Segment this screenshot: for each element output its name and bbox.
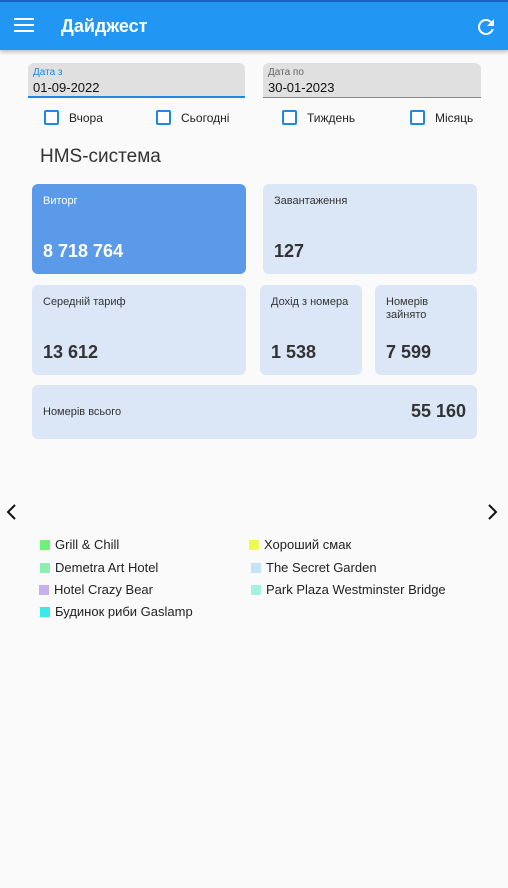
- legend-swatch: [40, 607, 50, 617]
- page-title: Дайджест: [61, 16, 148, 36]
- checkbox-month[interactable]: Місяць: [410, 109, 480, 127]
- avg-rate-label: Середній тариф: [43, 296, 126, 308]
- checkbox-label: Сьогодні: [181, 111, 230, 125]
- legend-swatch: [39, 585, 49, 595]
- date-from-field[interactable]: Дата з 01-09-2022: [28, 63, 245, 98]
- legend-label: Хороший смак: [264, 537, 352, 552]
- checkbox-box[interactable]: [282, 110, 297, 125]
- rooms-total-card: Номерів всього 55 160: [32, 385, 477, 439]
- hamburger-icon[interactable]: [14, 18, 34, 34]
- chevron-right-icon[interactable]: [482, 502, 502, 522]
- checkbox-box[interactable]: [44, 110, 59, 125]
- avg-rate-card: Середній тариф 13 612: [32, 285, 246, 375]
- legend-swatch: [251, 585, 261, 595]
- checkbox-label: Місяць: [435, 111, 474, 125]
- load-value: 127: [274, 241, 305, 261]
- chevron-left-icon[interactable]: [2, 502, 22, 522]
- checkbox-label: Тиждень: [307, 111, 356, 125]
- legend-label: Hotel Crazy Bear: [54, 582, 153, 597]
- checkbox-yesterday[interactable]: Вчора: [44, 109, 114, 127]
- income-per-room-label: Дохід з номера: [271, 296, 349, 308]
- rooms-occupied-value: 7 599: [386, 342, 432, 362]
- date-to-value[interactable]: 30-01-2023: [268, 80, 335, 95]
- legend-swatch: [251, 563, 261, 573]
- load-card: Завантаження 127: [263, 184, 477, 274]
- legend-label: Demetra Art Hotel: [55, 560, 159, 575]
- legend-swatch: [40, 563, 50, 573]
- legend-label: Grill & Chill: [55, 537, 120, 552]
- income-per-room-value: 1 538: [271, 342, 317, 362]
- legend-swatch: [40, 540, 50, 550]
- section-title: HMS-система: [40, 146, 161, 167]
- refresh-icon[interactable]: [474, 15, 498, 39]
- load-label: Завантаження: [274, 195, 348, 207]
- income-per-room-card: Дохід з номера 1 538: [260, 285, 362, 375]
- date-from-value[interactable]: 01-09-2022: [33, 80, 100, 95]
- date-from-label: Дата з: [33, 67, 63, 78]
- legend-label: The Secret Garden: [266, 560, 377, 575]
- revenue-label: Виторг: [43, 195, 78, 207]
- checkbox-box[interactable]: [410, 110, 425, 125]
- checkbox-label: Вчора: [69, 111, 103, 125]
- rooms-total-value: 55 160: [410, 401, 466, 421]
- legend-label: Будинок риби Gaslamp: [55, 604, 193, 619]
- date-to-label: Дата по: [268, 67, 304, 78]
- rooms-total-label: Номерів всього: [43, 406, 122, 418]
- checkbox-week[interactable]: Тиждень: [282, 109, 372, 127]
- checkbox-box[interactable]: [156, 110, 171, 125]
- checkbox-today[interactable]: Сьогодні: [156, 109, 246, 127]
- rooms-occupied-card: Номерів зайнято 7 599: [375, 285, 477, 375]
- legend-label: Park Plaza Westminster Bridge: [266, 582, 446, 597]
- date-to-field[interactable]: Дата по 30-01-2023: [263, 63, 481, 98]
- avg-rate-value: 13 612: [43, 342, 99, 362]
- app-bar: Дайджест: [0, 0, 508, 50]
- revenue-value: 8 718 764: [43, 241, 124, 261]
- legend-swatch: [249, 540, 259, 550]
- revenue-card: Виторг 8 718 764: [32, 184, 246, 274]
- rooms-occupied-label: Номерів зайнято: [386, 296, 429, 321]
